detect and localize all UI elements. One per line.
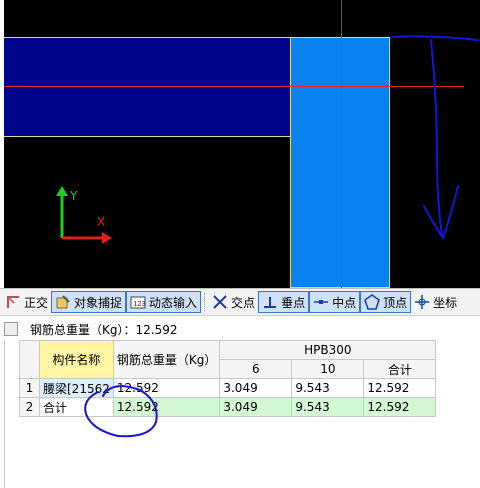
row-number: 1 — [19, 378, 40, 398]
rebar-table: 构件名称 钢筋总重量（Kg） HPB300 6 10 合计 1 腰梁[21562… — [19, 340, 437, 417]
subtotal-cell[interactable]: 12.592 — [363, 378, 437, 398]
dia-10-cell[interactable]: 9.543 — [291, 397, 365, 417]
header-total-weight[interactable]: 钢筋总重量（Kg） — [112, 340, 221, 379]
column-outline — [290, 136, 291, 288]
dia-6-cell[interactable]: 3.049 — [219, 378, 293, 398]
dynamic-input-button[interactable]: 123 动态输入 — [126, 291, 202, 313]
beam-outline — [4, 37, 292, 137]
panel-header: 钢筋总重量（Kg）：12.592 — [0, 318, 480, 340]
header-dia-10[interactable]: 10 — [291, 359, 365, 379]
midpoint-icon — [313, 294, 329, 310]
vertex-label: 顶点 — [383, 295, 408, 310]
header-subtotal[interactable]: 合计 — [363, 359, 437, 379]
panel-title: 钢筋总重量（Kg）：12.592 — [30, 322, 178, 337]
coordinate-icon — [414, 294, 430, 310]
component-name-cell[interactable]: 腰梁[21562 — [39, 378, 114, 398]
axis-y-label: Y — [69, 189, 78, 203]
subtotal-cell[interactable]: 12.592 — [363, 397, 437, 417]
object-snap-label: 对象捕捉 — [74, 295, 123, 310]
ucs-axis-icon: Y X — [56, 186, 112, 244]
object-snap-icon — [55, 294, 71, 310]
column-shape[interactable] — [290, 37, 390, 288]
coordinate-button[interactable]: 坐标 — [411, 291, 460, 313]
perpendicular-label: 垂点 — [281, 295, 306, 310]
component-name-cell[interactable]: 合计 — [39, 397, 114, 417]
total-weight-cell[interactable]: 12.592 — [112, 378, 221, 398]
snap-toolbar: 正交 对象捕捉 123 动态输入 交点 垂点 中点 顶点 坐标 — [0, 288, 480, 316]
vertical-guide-line — [341, 0, 342, 288]
object-snap-button[interactable]: 对象捕捉 — [51, 291, 127, 313]
midpoint-label: 中点 — [332, 295, 357, 310]
dynamic-input-icon: 123 — [130, 294, 146, 310]
axis-x-label: X — [97, 215, 105, 229]
header-dia-6[interactable]: 6 — [219, 359, 293, 379]
perpendicular-button[interactable]: 垂点 — [258, 291, 310, 313]
rebar-grid: 构件名称 钢筋总重量（Kg） HPB300 6 10 合计 1 腰梁[21562… — [4, 340, 472, 488]
panel-pin-icon[interactable] — [4, 322, 18, 336]
row-number: 2 — [19, 397, 40, 417]
midpoint-button[interactable]: 中点 — [309, 291, 361, 313]
header-component-name[interactable]: 构件名称 — [39, 340, 114, 379]
intersection-icon — [212, 294, 228, 310]
ortho-button[interactable]: 正交 — [2, 291, 51, 313]
intersection-label: 交点 — [231, 295, 256, 310]
ortho-label: 正交 — [24, 295, 49, 310]
perpendicular-icon — [262, 294, 278, 310]
intersection-button[interactable]: 交点 — [209, 291, 258, 313]
table-row[interactable]: 1 腰梁[21562 12.592 3.049 9.543 12.592 — [19, 378, 437, 398]
total-weight-cell[interactable]: 12.592 — [112, 397, 221, 417]
header-grade[interactable]: HPB300 — [219, 340, 437, 360]
vertex-button[interactable]: 顶点 — [360, 291, 412, 313]
dynamic-input-label: 动态输入 — [149, 295, 198, 310]
ortho-icon — [5, 294, 21, 310]
table-row-total[interactable]: 2 合计 12.592 3.049 9.543 12.592 — [19, 397, 437, 417]
coordinate-label: 坐标 — [433, 295, 458, 310]
drawing-canvas[interactable]: Y X — [4, 0, 480, 288]
corner-cell — [19, 340, 40, 379]
dia-6-cell[interactable]: 3.049 — [219, 397, 293, 417]
horizontal-guide-line — [4, 86, 464, 87]
dia-10-cell[interactable]: 9.543 — [291, 378, 365, 398]
toolbar-separator — [204, 293, 206, 311]
vertex-icon — [364, 294, 380, 310]
svg-text:123: 123 — [133, 300, 146, 308]
